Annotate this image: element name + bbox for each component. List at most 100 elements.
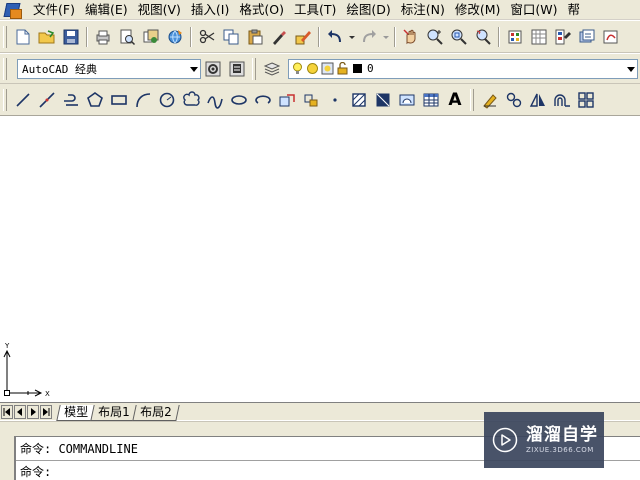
- workspace-value: AutoCAD 经典: [22, 62, 97, 76]
- polygon-icon[interactable]: [84, 89, 106, 111]
- tab-layout1-label: 布局1: [98, 404, 130, 419]
- save-workspace-icon[interactable]: [226, 58, 248, 80]
- lightbulb-icon[interactable]: [291, 62, 304, 75]
- sun-icon[interactable]: [306, 62, 319, 75]
- table-icon[interactable]: [420, 89, 442, 111]
- menu-modify[interactable]: 修改(M): [450, 0, 506, 19]
- toolbar-grip[interactable]: [3, 25, 7, 48]
- toolbar-separator: [190, 26, 192, 47]
- point-icon[interactable]: [324, 89, 346, 111]
- pan-realtime-icon[interactable]: [400, 26, 422, 48]
- menu-format[interactable]: 格式(O): [234, 0, 289, 19]
- multiline-text-label: A: [448, 89, 462, 110]
- toolbar-separator: [86, 26, 88, 47]
- ucs-y-label: Y: [4, 343, 10, 350]
- drawing-canvas[interactable]: Y X: [0, 117, 640, 402]
- make-block-icon[interactable]: [300, 89, 322, 111]
- menu-file[interactable]: 文件(F): [28, 0, 80, 19]
- array-icon[interactable]: [575, 89, 597, 111]
- ellipse-icon[interactable]: [228, 89, 250, 111]
- save-icon[interactable]: [60, 26, 82, 48]
- chevron-down-icon[interactable]: [190, 66, 198, 72]
- copy-object-icon[interactable]: [503, 89, 525, 111]
- autocad-app-icon[interactable]: [4, 1, 22, 19]
- polyline-icon[interactable]: [60, 89, 82, 111]
- print-icon[interactable]: [92, 26, 114, 48]
- last-tab-button[interactable]: [40, 404, 52, 419]
- new-file-icon[interactable]: [12, 26, 34, 48]
- offset-icon[interactable]: [551, 89, 573, 111]
- redo-icon[interactable]: [358, 26, 380, 48]
- workspace-settings-icon[interactable]: [202, 58, 224, 80]
- chevron-down-icon[interactable]: [627, 66, 635, 72]
- ucs-x-label: X: [45, 390, 50, 398]
- ellipse-arc-icon[interactable]: [252, 89, 274, 111]
- design-center-icon[interactable]: [528, 26, 550, 48]
- menu-draw[interactable]: 绘图(D): [341, 0, 395, 19]
- menu-insert[interactable]: 插入(I): [186, 0, 234, 19]
- tab-layout2[interactable]: 布局2: [131, 404, 179, 421]
- block-editor-icon[interactable]: [292, 26, 314, 48]
- multiline-text-button[interactable]: A: [444, 89, 466, 111]
- menu-help[interactable]: 帮: [563, 0, 586, 19]
- command-input-line[interactable]: 命令:: [20, 463, 51, 480]
- unlock-icon[interactable]: [336, 62, 349, 75]
- redo-dropdown-icon[interactable]: [382, 26, 390, 48]
- layer-properties-manager-icon[interactable]: [261, 58, 283, 80]
- previous-tab-button[interactable]: [14, 404, 26, 419]
- watermark-url: ZIXUE.3D66.COM: [526, 446, 594, 454]
- menu-view[interactable]: 视图(V): [133, 0, 186, 19]
- watermark-name: 溜溜自学: [526, 425, 598, 445]
- ucs-icon: Y X: [3, 343, 50, 398]
- mirror-icon[interactable]: [527, 89, 549, 111]
- insert-block-icon[interactable]: [276, 89, 298, 111]
- workspace-dropdown[interactable]: AutoCAD 经典: [17, 58, 201, 79]
- layer-color-swatch-icon: [353, 64, 362, 73]
- erase-icon[interactable]: [479, 89, 501, 111]
- properties-icon[interactable]: [504, 26, 526, 48]
- tab-layout2-label: 布局2: [139, 404, 172, 419]
- menu-tools[interactable]: 工具(T): [289, 0, 341, 19]
- region-icon[interactable]: [396, 89, 418, 111]
- construction-line-icon[interactable]: [36, 89, 58, 111]
- menu-window[interactable]: 窗口(W): [505, 0, 562, 19]
- arc-icon[interactable]: [132, 89, 154, 111]
- undo-icon[interactable]: [324, 26, 346, 48]
- layer-dropdown[interactable]: 0: [288, 58, 638, 79]
- menu-edit[interactable]: 编辑(E): [80, 0, 133, 19]
- toolbar-grip[interactable]: [470, 88, 474, 111]
- toolbar-grip[interactable]: [252, 57, 256, 80]
- next-tab-button[interactable]: [27, 404, 39, 419]
- workspace-layer-toolbar: AutoCAD 经典 0: [0, 54, 640, 84]
- open-file-icon[interactable]: [36, 26, 58, 48]
- zoom-window-icon[interactable]: [448, 26, 470, 48]
- menu-bar: 文件(F) 编辑(E) 视图(V) 插入(I) 格式(O) 工具(T) 绘图(D…: [0, 0, 640, 20]
- layout-tabs: 模型 布局1 布局2: [56, 403, 179, 421]
- sheet-set-manager-icon[interactable]: [576, 26, 598, 48]
- markup-set-manager-icon[interactable]: [600, 26, 622, 48]
- match-properties-icon[interactable]: [268, 26, 290, 48]
- tab-layout1[interactable]: 布局1: [90, 404, 138, 421]
- publish-icon[interactable]: [140, 26, 162, 48]
- tool-palettes-icon[interactable]: [552, 26, 574, 48]
- undo-dropdown-icon[interactable]: [348, 26, 356, 48]
- first-tab-button[interactable]: [1, 404, 13, 419]
- toolbar-grip[interactable]: [3, 57, 7, 80]
- hatch-icon[interactable]: [348, 89, 370, 111]
- cut-icon[interactable]: [196, 26, 218, 48]
- paste-icon[interactable]: [244, 26, 266, 48]
- viewport-freeze-icon[interactable]: [321, 62, 334, 75]
- zoom-realtime-icon[interactable]: [424, 26, 446, 48]
- circle-icon[interactable]: [156, 89, 178, 111]
- zoom-previous-icon[interactable]: [472, 26, 494, 48]
- revision-cloud-icon[interactable]: [180, 89, 202, 111]
- print-preview-icon[interactable]: [116, 26, 138, 48]
- spline-icon[interactable]: [204, 89, 226, 111]
- rectangle-icon[interactable]: [108, 89, 130, 111]
- line-icon[interactable]: [12, 89, 34, 111]
- publish-web-icon[interactable]: [164, 26, 186, 48]
- gradient-icon[interactable]: [372, 89, 394, 111]
- menu-dimension[interactable]: 标注(N): [396, 0, 450, 19]
- toolbar-grip[interactable]: [3, 88, 7, 111]
- copy-icon[interactable]: [220, 26, 242, 48]
